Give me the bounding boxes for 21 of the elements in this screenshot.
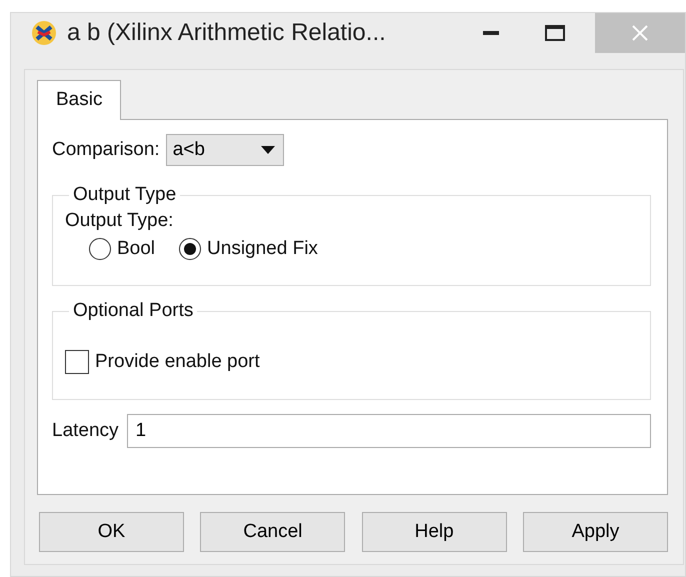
latency-field[interactable]: 1 xyxy=(126,414,651,448)
enable-port-checkbox[interactable]: Provide enable port xyxy=(65,350,638,374)
window-title: a b (Xilinx Arithmetic Relatio... xyxy=(67,19,387,47)
dialog-button[interactable]: Help xyxy=(362,512,507,552)
comparison-dropdown[interactable]: a<b xyxy=(166,134,284,166)
group-title: Optional Ports xyxy=(72,300,194,322)
radio-option[interactable]: Bool xyxy=(89,238,156,260)
close-icon xyxy=(631,24,649,42)
tab[interactable]: Basic xyxy=(37,80,122,120)
dialog-button[interactable]: Cancel xyxy=(200,512,346,552)
dialog-button[interactable]: Apply xyxy=(522,512,668,552)
maximize-icon xyxy=(545,25,565,41)
dialog-button[interactable]: OK xyxy=(39,512,184,552)
group-title: Output Type xyxy=(72,184,178,206)
minimize-icon xyxy=(483,31,499,35)
comparison-label: Comparison: xyxy=(52,139,160,161)
radio-option[interactable]: Unsigned Fix xyxy=(179,238,318,260)
latency-label: Latency xyxy=(52,420,119,442)
caret-icon xyxy=(260,146,275,154)
output-type-label: Output Type: xyxy=(65,210,174,232)
app-logo-icon xyxy=(31,20,57,46)
